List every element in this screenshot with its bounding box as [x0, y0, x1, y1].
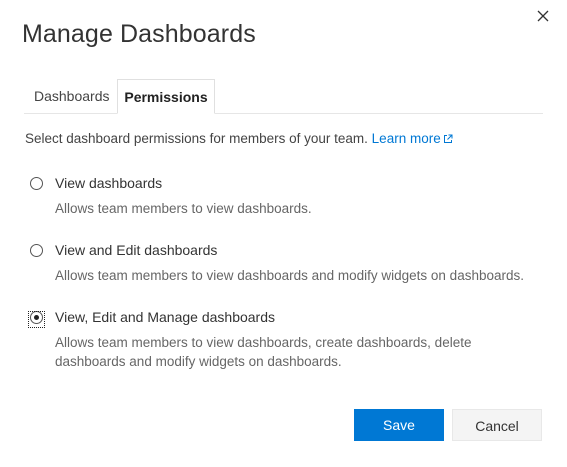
permissions-description-text: Select dashboard permissions for members… [25, 131, 368, 146]
option-label-view-edit[interactable]: View and Edit dashboards [55, 242, 217, 258]
external-link-icon [443, 134, 453, 143]
permissions-description: Select dashboard permissions for members… [25, 131, 453, 146]
option-label-view-edit-manage[interactable]: View, Edit and Manage dashboards [55, 309, 275, 325]
tab-bar: Dashboards Permissions [24, 79, 543, 114]
tab-permissions[interactable]: Permissions [117, 79, 215, 114]
option-desc-view-edit: Allows team members to view dashboards a… [55, 268, 524, 283]
radio-view-edit-manage-dashboards[interactable] [28, 311, 45, 328]
option-desc-view-edit-manage: Allows team members to view dashboards, … [55, 335, 472, 369]
tab-dashboards[interactable]: Dashboards [24, 79, 117, 113]
cancel-button[interactable]: Cancel [452, 409, 542, 441]
option-label-view[interactable]: View dashboards [55, 175, 162, 191]
radio-focus-outline [28, 311, 45, 328]
close-icon [537, 10, 549, 22]
option-desc-view: Allows team members to view dashboards. [55, 201, 312, 216]
manage-dashboards-dialog: Manage Dashboards Dashboards Permissions… [0, 0, 567, 467]
save-button[interactable]: Save [354, 409, 444, 441]
dialog-title: Manage Dashboards [22, 20, 256, 48]
close-button[interactable] [533, 6, 553, 26]
learn-more-label: Learn more [371, 131, 441, 146]
radio-view-edit-dashboards[interactable] [30, 244, 43, 257]
radio-view-dashboards[interactable] [30, 177, 43, 190]
learn-more-link[interactable]: Learn more [372, 131, 453, 146]
